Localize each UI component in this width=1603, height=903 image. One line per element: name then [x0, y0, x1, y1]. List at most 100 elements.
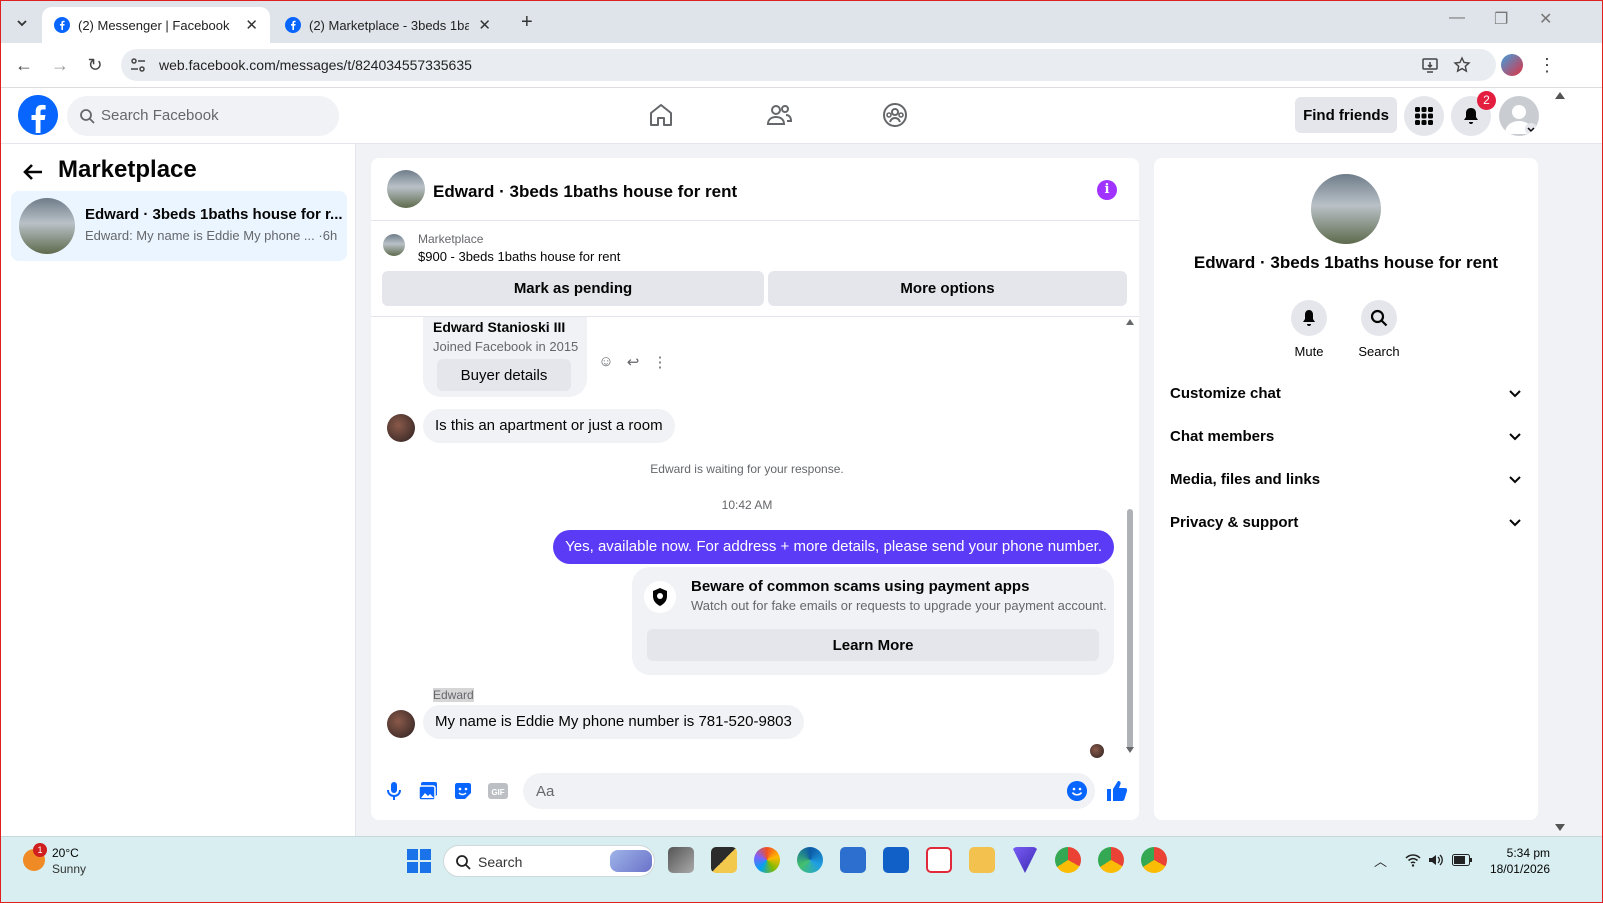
search-label: Search	[1358, 344, 1400, 359]
browser-toolbar: ← → ↻ web.facebook.com/messages/t/824034…	[1, 43, 1602, 88]
windows-start-icon[interactable]	[407, 849, 431, 873]
taskbar-search[interactable]: Search	[443, 845, 655, 877]
copilot-icon[interactable]	[754, 847, 780, 873]
chat-title[interactable]: Edward · 3beds 1baths house for rent	[433, 182, 737, 202]
show-hidden-icons-chevron-icon[interactable]: ︿	[1374, 851, 1387, 870]
mark-as-pending-button[interactable]: Mark as pending	[382, 271, 764, 306]
buyer-card: Edward Stanioski III Joined Facebook in …	[423, 317, 587, 397]
tab-search-chevron-icon[interactable]	[10, 11, 34, 35]
facebook-search-input[interactable]: Search Facebook	[67, 96, 339, 136]
groups-icon[interactable]	[881, 101, 909, 129]
tab-messenger[interactable]: (2) Messenger | Facebook ✕	[42, 7, 270, 43]
listing-title[interactable]: $900 - 3beds 1baths house for rent	[418, 249, 620, 264]
tab-marketplace[interactable]: (2) Marketplace - 3beds 1baths ✕	[273, 7, 503, 43]
task-view-icon[interactable]	[668, 847, 694, 873]
search-icon	[456, 855, 471, 870]
forward-arrow-icon[interactable]: →	[49, 54, 71, 76]
tab-title: (2) Messenger | Facebook	[78, 17, 230, 33]
chat-avatar[interactable]	[387, 170, 425, 208]
install-app-icon[interactable]	[1421, 56, 1439, 74]
chat-members-section[interactable]: Chat members	[1170, 419, 1522, 455]
chat-window: Edward · 3beds 1baths house for rent i M…	[371, 158, 1139, 820]
incoming-message[interactable]: Is this an apartment or just a room	[423, 409, 675, 443]
scroll-down-icon[interactable]	[1126, 747, 1134, 753]
sticky-notes-icon[interactable]	[711, 847, 737, 873]
file-explorer-icon[interactable]	[969, 847, 995, 873]
window-close-icon[interactable]: ✕	[1539, 9, 1552, 29]
media-files-links-section[interactable]: Media, files and links	[1170, 462, 1522, 498]
message-input[interactable]: Aa	[523, 773, 1095, 809]
battery-icon[interactable]	[1452, 854, 1472, 866]
profile-avatar-icon[interactable]	[1501, 54, 1523, 76]
weather-condition[interactable]: Sunny	[52, 862, 86, 876]
more-actions-icon[interactable]: ⋮	[651, 353, 669, 371]
sender-avatar[interactable]	[387, 414, 415, 442]
message-scrollbar[interactable]	[1126, 317, 1134, 763]
site-settings-icon[interactable]	[129, 56, 147, 74]
microphone-icon[interactable]	[383, 780, 405, 802]
close-tab-icon[interactable]: ✕	[245, 16, 258, 34]
friends-icon[interactable]	[765, 101, 793, 129]
vpn-app-icon[interactable]	[1012, 847, 1038, 873]
account-avatar[interactable]	[1499, 96, 1539, 136]
marketplace-label: Marketplace	[418, 232, 484, 246]
thumbs-up-icon[interactable]	[1105, 779, 1129, 803]
emoji-icon[interactable]	[1067, 781, 1087, 801]
minimize-icon[interactable]: —	[1449, 9, 1465, 27]
scrollbar-thumb[interactable]	[1127, 509, 1133, 749]
chat-header: Edward · 3beds 1baths house for rent i	[371, 158, 1139, 221]
weather-temperature[interactable]: 20°C	[52, 846, 79, 860]
marketplace-listing-bar: Marketplace $900 - 3beds 1baths house fo…	[371, 221, 1139, 317]
chat-details-panel: Edward · 3beds 1baths house for rent Mut…	[1154, 158, 1538, 820]
listing-thumbnail[interactable]	[383, 234, 405, 256]
sender-avatar[interactable]	[387, 710, 415, 738]
learn-more-button[interactable]: Learn More	[647, 629, 1099, 661]
snipping-tool-icon[interactable]	[926, 847, 952, 873]
new-tab-plus-icon[interactable]: +	[521, 11, 533, 34]
bookmark-star-icon[interactable]	[1453, 56, 1471, 74]
outgoing-message[interactable]: Yes, available now. For address + more d…	[553, 530, 1114, 564]
search-in-chat-button[interactable]: Search	[1349, 300, 1409, 359]
photo-icon[interactable]	[417, 780, 439, 802]
chrome-profile-1-icon[interactable]	[1055, 847, 1081, 873]
scroll-up-icon[interactable]	[1555, 92, 1565, 99]
conversation-info-icon[interactable]: i	[1097, 180, 1117, 200]
find-friends-button[interactable]: Find friends	[1295, 97, 1397, 133]
close-tab-icon[interactable]: ✕	[478, 16, 491, 34]
chrome-profile-3-icon[interactable]	[1141, 847, 1167, 873]
buyer-name: Edward Stanioski III	[433, 319, 566, 335]
customize-chat-section[interactable]: Customize chat	[1170, 376, 1522, 412]
back-arrow-icon[interactable]: ←	[13, 54, 35, 76]
incoming-message[interactable]: My name is Eddie My phone number is 781-…	[423, 705, 804, 739]
reply-icon[interactable]: ↩	[624, 353, 642, 371]
back-arrow-icon[interactable]	[23, 161, 43, 187]
mute-button[interactable]: Mute	[1279, 300, 1339, 359]
home-icon[interactable]	[647, 101, 675, 129]
sticker-icon[interactable]	[452, 780, 474, 802]
menu-grid-icon[interactable]	[1404, 96, 1444, 136]
page-scrollbar[interactable]	[1551, 88, 1569, 836]
scroll-up-icon[interactable]	[1126, 319, 1134, 325]
wifi-icon[interactable]	[1405, 853, 1421, 867]
scam-warning-title: Beware of common scams using payment app…	[691, 578, 1030, 595]
restore-icon[interactable]: ❐	[1494, 9, 1508, 29]
profile-avatar[interactable]	[1311, 174, 1381, 244]
microsoft-store-icon[interactable]	[840, 847, 866, 873]
gif-icon[interactable]: GIF	[487, 780, 509, 802]
edge-browser-icon[interactable]	[797, 847, 823, 873]
address-bar[interactable]: web.facebook.com/messages/t/824034557335…	[121, 49, 1496, 81]
outlook-icon[interactable]	[883, 847, 909, 873]
message-list: Edward Stanioski III Joined Facebook in …	[371, 317, 1139, 763]
privacy-support-section[interactable]: Privacy & support	[1170, 505, 1522, 541]
scroll-down-icon[interactable]	[1555, 824, 1565, 831]
chrome-profile-2-icon[interactable]	[1098, 847, 1124, 873]
system-clock[interactable]: 5:34 pm 18/01/2026	[1488, 845, 1550, 877]
buyer-details-button[interactable]: Buyer details	[437, 359, 571, 391]
reload-icon[interactable]: ↻	[84, 54, 106, 76]
browser-menu-icon[interactable]: ⋮	[1536, 54, 1558, 76]
conversation-item[interactable]: Edward · 3beds 1baths house for r... Edw…	[11, 191, 347, 261]
volume-icon[interactable]	[1428, 853, 1444, 867]
react-emoji-icon[interactable]: ☺	[597, 353, 615, 371]
more-options-button[interactable]: More options	[768, 271, 1127, 306]
facebook-logo-icon[interactable]	[18, 95, 58, 135]
